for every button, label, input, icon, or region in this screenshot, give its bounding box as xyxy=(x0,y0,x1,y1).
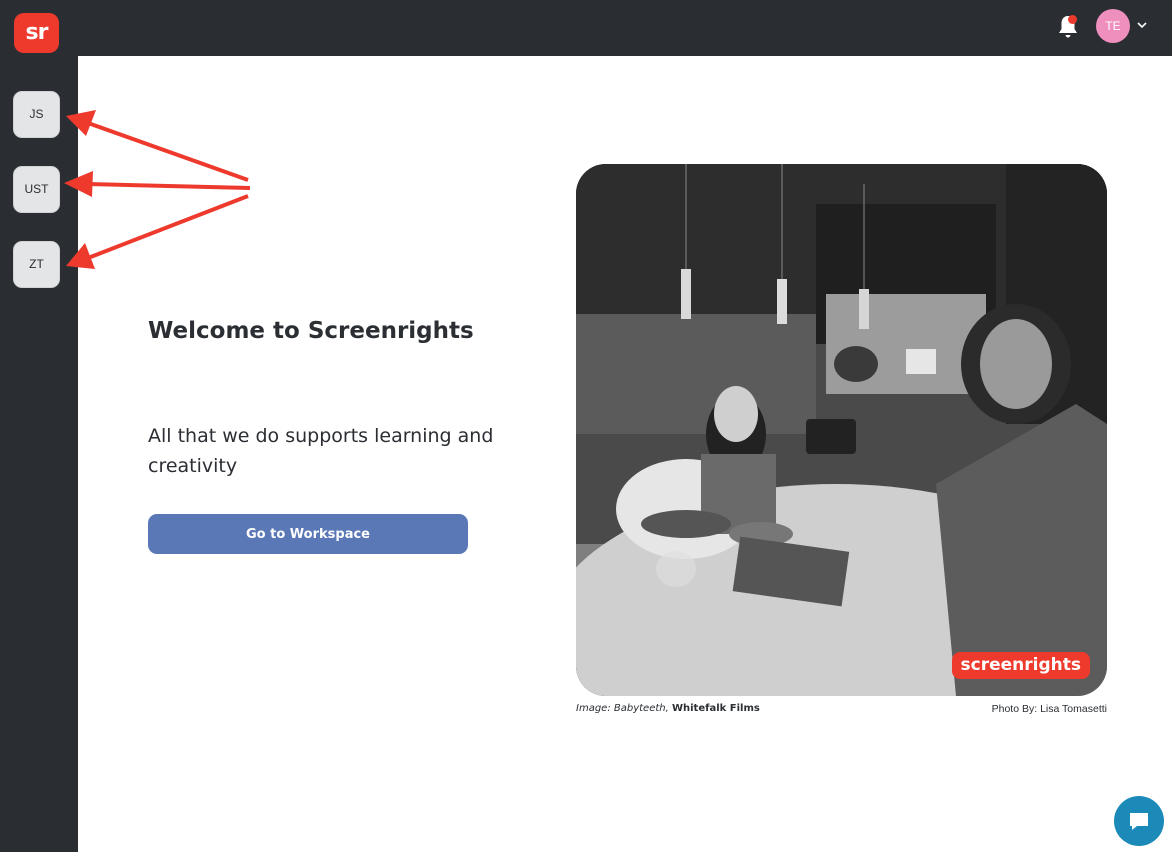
app-logo[interactable]: sr xyxy=(14,13,59,53)
hero-photo: screenrights xyxy=(576,164,1107,696)
chevron-down-icon[interactable] xyxy=(1136,19,1148,31)
workspace-button-zt[interactable]: ZT xyxy=(13,241,60,288)
workspace-button-ust[interactable]: UST xyxy=(13,166,60,213)
welcome-title: Welcome to Screenrights xyxy=(148,318,474,344)
sidebar: sr JS UST ZT xyxy=(0,0,78,852)
chat-bubble-icon xyxy=(1130,813,1148,830)
image-caption: Image: Babyteeth, Whitefalk Films xyxy=(576,703,760,714)
go-to-workspace-button[interactable]: Go to Workspace xyxy=(148,514,468,554)
notification-dot xyxy=(1068,15,1077,24)
top-bar xyxy=(78,0,1172,56)
caption-company: Whitefalk Films xyxy=(671,703,760,714)
caption-prefix: Image: xyxy=(576,703,611,714)
caption-title: Babyteeth, xyxy=(613,703,669,714)
user-avatar[interactable]: TE xyxy=(1096,9,1130,43)
dinner-scene-image xyxy=(576,164,1107,696)
screenrights-badge: screenrights xyxy=(951,652,1090,679)
chat-button[interactable] xyxy=(1114,796,1164,846)
photo-credit: Photo By: Lisa Tomasetti xyxy=(991,703,1107,715)
workspace-button-js[interactable]: JS xyxy=(13,91,60,138)
welcome-subtitle: All that we do supports learning and cre… xyxy=(148,425,494,477)
